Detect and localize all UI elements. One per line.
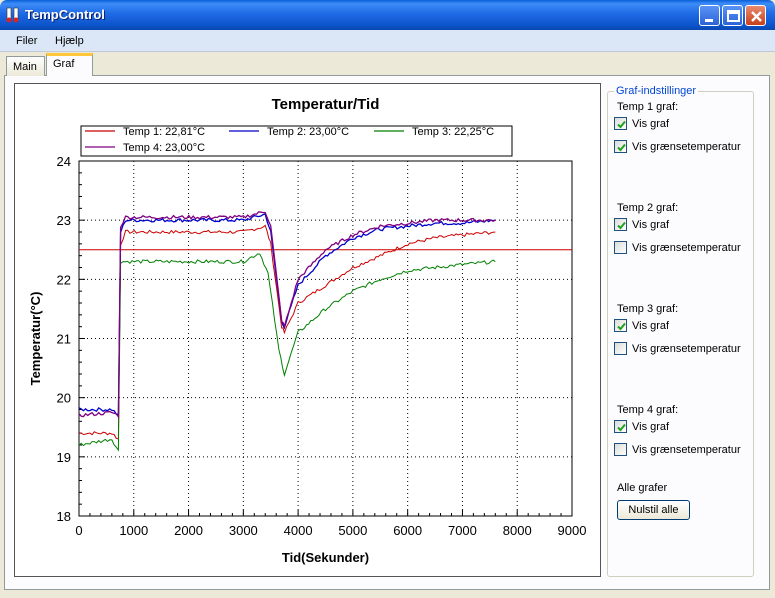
maximize-button[interactable] [722, 5, 743, 26]
x-tick-label: 5000 [338, 523, 367, 538]
temp4-show-limit-label: Vis grænsetemperatur [632, 444, 741, 456]
menu-filer[interactable]: Filer [16, 35, 37, 47]
temp3-group-label: Temp 3 graf: [617, 303, 679, 315]
checkmark-icon [617, 221, 626, 230]
y-tick-label: 22 [57, 272, 71, 287]
legend-entry: Temp 3: 22,25°C [412, 126, 494, 138]
close-button[interactable] [745, 5, 766, 26]
chart-canvas: 0 1000 2000 3000 4000 5000 6000 7000 8000 9000 18 1… [28, 96, 587, 565]
x-tick-label: 2000 [174, 523, 203, 538]
temp3-show-graph-label: Vis graf [632, 320, 670, 332]
title-bar[interactable]: TempControl [0, 0, 775, 30]
checkmark-icon [617, 322, 626, 331]
checkmark-icon [617, 120, 626, 129]
minimize-button[interactable] [699, 5, 720, 26]
maximize-icon [727, 10, 740, 22]
temp2-show-limit-label: Vis grænsetemperatur [632, 242, 741, 254]
checkmark-icon [617, 423, 626, 432]
legend-entry: Temp 2: 23,00°C [267, 126, 349, 138]
minimize-icon [705, 19, 713, 22]
tab-main[interactable]: Main [6, 56, 45, 76]
x-tick-label: 7000 [448, 523, 477, 538]
menu-hjaelp[interactable]: Hjælp [55, 35, 84, 47]
legend-entry: Temp 4: 23,00°C [123, 142, 205, 154]
temp4-show-limit-checkbox[interactable] [614, 443, 627, 456]
temp1-show-limit-label: Vis grænsetemperatur [632, 141, 741, 153]
plot-area [78, 160, 573, 517]
y-axis-label: Temperatur(°C) [28, 292, 43, 386]
x-tick-label: 6000 [393, 523, 422, 538]
x-tick-label: 9000 [558, 523, 587, 538]
x-axis-label: Tid(Sekunder) [282, 550, 369, 565]
temp3-show-graph-checkbox[interactable] [614, 319, 627, 332]
temperature-chart: 0 1000 2000 3000 4000 5000 6000 7000 8000 9000 18 1… [14, 83, 601, 577]
temp3-show-limit-label: Vis grænsetemperatur [632, 343, 741, 355]
temp2-show-limit-checkbox[interactable] [614, 241, 627, 254]
y-tick-label: 21 [57, 332, 71, 347]
temp1-show-graph-label: Vis graf [632, 118, 670, 130]
temp4-group-label: Temp 4 graf: [617, 404, 679, 416]
reset-all-button[interactable]: Nulstil alle [617, 500, 690, 520]
y-tick-label: 18 [57, 509, 71, 524]
x-tick-label: 0 [75, 523, 82, 538]
window-title: TempControl [25, 7, 105, 22]
x-tick-label: 3000 [229, 523, 258, 538]
x-tick-label: 4000 [284, 523, 313, 538]
temp1-show-graph-checkbox[interactable] [614, 117, 627, 130]
chart-title: Temperatur/Tid [272, 96, 380, 113]
temp2-show-graph-label: Vis graf [632, 219, 670, 231]
all-graphs-label: Alle grafer [617, 482, 668, 494]
tab-graf[interactable]: Graf [46, 53, 93, 76]
temp2-group-label: Temp 2 graf: [617, 202, 679, 214]
app-thermometer-icon [6, 7, 19, 23]
x-tick-label: 8000 [503, 523, 532, 538]
menu-bar: Filer Hjælp [0, 30, 775, 52]
graph-settings-title: Graf-indstillinger [614, 85, 699, 97]
temp4-show-graph-label: Vis graf [632, 421, 670, 433]
close-icon [751, 11, 762, 22]
y-tick-label: 23 [57, 213, 71, 228]
temp1-group-label: Temp 1 graf: [617, 101, 679, 113]
temp1-show-limit-checkbox[interactable] [614, 140, 627, 153]
legend-entry: Temp 1: 22,81°C [123, 126, 205, 138]
y-tick-label: 19 [57, 450, 71, 465]
checkmark-icon [617, 143, 626, 152]
temp4-show-graph-checkbox[interactable] [614, 420, 627, 433]
temp3-show-limit-checkbox[interactable] [614, 342, 627, 355]
y-tick-label: 20 [57, 391, 71, 406]
temp2-show-graph-checkbox[interactable] [614, 218, 627, 231]
x-tick-label: 1000 [119, 523, 148, 538]
y-tick-label: 24 [57, 154, 71, 169]
